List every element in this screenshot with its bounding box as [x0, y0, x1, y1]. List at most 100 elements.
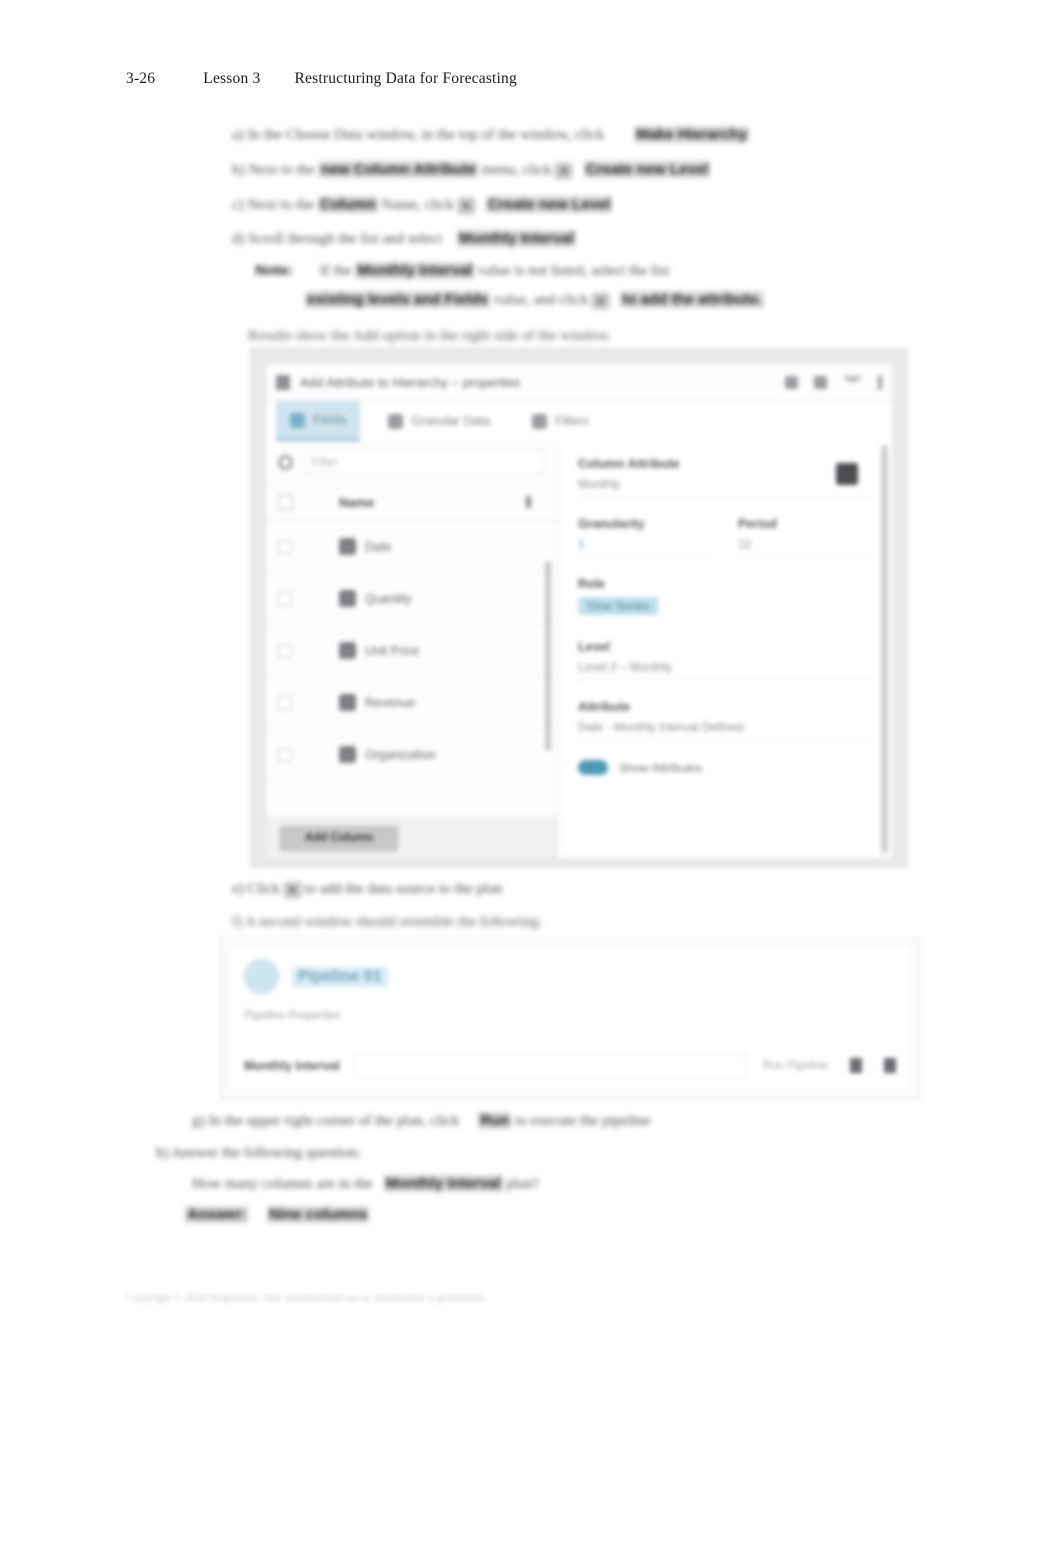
field-level: Level Level 2 – Monthly	[578, 640, 872, 680]
prompt-subtitle: Pipeline Properties	[244, 1010, 341, 1022]
properties-scrollbar[interactable]	[881, 445, 888, 854]
column-icon	[339, 590, 356, 607]
field-attribute: Attribute Date - Monthly Interval Define…	[578, 700, 872, 740]
figure-caption-1: Results show the Add option in the right…	[248, 328, 611, 345]
field-value[interactable]: 1	[578, 537, 712, 557]
figure-caption-1-text: Results show the Add option in the right…	[248, 328, 612, 344]
column-icon	[339, 746, 356, 763]
column-icon	[339, 538, 356, 555]
table-row[interactable]: Unit Price	[266, 625, 557, 677]
plus-key-icon: +	[283, 881, 301, 898]
step-b-text: b) Next to the	[232, 162, 315, 178]
note-tail: value is not listed, select the list	[478, 263, 670, 279]
filter-row: Filter	[266, 441, 557, 483]
step-h-text: h) Answer the following question:	[156, 1145, 361, 1161]
list-scrollbar[interactable]	[545, 561, 551, 751]
toggle-label: Show Attributes	[619, 760, 703, 775]
note-block-line1: Note: If the Monthly Interval value is n…	[255, 262, 669, 280]
edit-icon[interactable]	[850, 1058, 862, 1073]
properties-panel: Column Attribute Monthly Granularity 1 P…	[558, 441, 892, 858]
plus-key-icon: +	[457, 197, 475, 214]
step-b-emphasis2: Create new Level	[583, 161, 711, 178]
step-b: b) Next to the new Column Attribute menu…	[232, 161, 711, 179]
screenshot-prompt-panel: Pipeline 01 Pipeline Properties Monthly …	[220, 938, 920, 1098]
dialog-body: Filter Name Date Quantity Unit Price Rev…	[266, 441, 892, 858]
prompt-row: Monthly Interval Run Pipeline	[228, 1053, 912, 1078]
step-h: h) Answer the following question:	[156, 1145, 361, 1162]
step-g-text: g) In the upper right corner of the plan…	[192, 1113, 460, 1129]
dialog-window: Add Attribute to Hierarchy – properties …	[265, 363, 893, 859]
step-a-emphasis: Make Hierarchy	[634, 126, 750, 143]
step-d-text: d) Scroll through the list and select	[232, 231, 442, 247]
note-block-line2: existing levels and Fields value, and cl…	[305, 291, 765, 309]
question-line: How many columns are in the Monthly Inte…	[192, 1175, 539, 1193]
sort-icon[interactable]	[526, 496, 531, 508]
table-row[interactable]: Quantity	[266, 573, 557, 625]
settings-icon[interactable]	[814, 375, 827, 389]
screenshot-editor-dialog: Add Attribute to Hierarchy – properties …	[250, 348, 908, 868]
field-role: Role Time Series	[578, 577, 872, 620]
data-icon	[388, 413, 404, 429]
info-circle-icon	[244, 959, 279, 994]
chevron-down-icon[interactable]	[843, 376, 862, 388]
select-all-checkbox[interactable]	[278, 494, 293, 510]
note-tail2: value, and click	[493, 292, 589, 308]
row-checkbox[interactable]	[278, 591, 292, 606]
toggle-switch[interactable]	[578, 760, 608, 775]
field-column-attribute: Column Attribute Monthly	[578, 457, 872, 497]
dialog-footer: Add Column	[266, 817, 557, 858]
help-icon[interactable]	[785, 375, 798, 389]
add-column-button[interactable]: Add Column	[280, 825, 398, 851]
prompt-row-input[interactable]	[353, 1053, 747, 1078]
step-e: e) Click + to add the data source to the…	[232, 881, 502, 898]
show-attributes-toggle[interactable]: Show Attributes	[578, 760, 872, 775]
row-checkbox[interactable]	[278, 695, 292, 710]
field-value[interactable]: Level 2 – Monthly	[578, 660, 872, 680]
step-f: f) A second window should resemble the f…	[232, 914, 542, 931]
kebab-menu-icon[interactable]	[878, 374, 882, 390]
field-value[interactable]: Monthly	[578, 477, 872, 497]
plus-key-icon: +	[591, 292, 609, 309]
tab-fields[interactable]: Fields	[276, 401, 361, 441]
step-g-tail: to execute the pipeline	[515, 1113, 651, 1129]
step-e-tail: to add the data source to the plan	[304, 881, 503, 897]
field-label: Level	[578, 640, 610, 654]
delete-icon[interactable]	[884, 1058, 896, 1073]
table-row[interactable]: Date	[266, 521, 557, 573]
step-d: d) Scroll through the list and select Mo…	[232, 230, 576, 248]
row-name: Unit Price	[365, 643, 420, 658]
field-value[interactable]: Date - Monthly Interval Defined	[578, 720, 872, 740]
field-value[interactable]: Time Series	[578, 597, 658, 615]
page-title: Restructuring Data for Forecasting	[294, 70, 517, 87]
tab-fields-label: Fields	[313, 413, 347, 427]
page-folio: 3-26	[126, 70, 156, 87]
field-label: Period	[738, 517, 777, 531]
field-value[interactable]: 12	[738, 537, 872, 557]
step-b-emphasis: new Column Attribute	[318, 161, 478, 178]
tab-granular-data[interactable]: Granular Data	[374, 401, 504, 441]
step-g-emphasis: Run	[478, 1112, 512, 1129]
column-icon	[339, 694, 356, 711]
question-emphasis: Monthly Interval	[383, 1175, 503, 1192]
step-d-emphasis: Monthly Interval	[456, 230, 576, 247]
filter-icon	[531, 413, 547, 429]
table-row[interactable]: Revenue	[266, 677, 557, 729]
question-tail: plan?	[506, 1176, 539, 1192]
step-b-tail: menu, click	[481, 162, 552, 178]
row-checkbox[interactable]	[278, 643, 292, 658]
tab-filters[interactable]: Filters	[518, 401, 603, 441]
search-icon	[278, 454, 293, 470]
column-header-name[interactable]: Name	[339, 495, 526, 510]
prompt-row-unit[interactable]: Run Pipeline	[763, 1060, 828, 1072]
lesson-label: Lesson 3	[203, 70, 261, 87]
table-row[interactable]: Organization	[266, 729, 557, 781]
prompt-title: Pipeline 01	[292, 966, 388, 987]
row-name: Date	[365, 539, 392, 554]
page-footer: Copyright © 2024 Proprietary. Any unauth…	[126, 1292, 486, 1304]
search-input[interactable]: Filter	[305, 450, 545, 474]
row-checkbox[interactable]	[278, 747, 292, 762]
note-emphasis2: to add the attribute.	[620, 291, 765, 308]
row-checkbox[interactable]	[278, 539, 292, 554]
step-c-text: c) Next to the	[232, 197, 315, 213]
table-header: Name	[266, 483, 557, 521]
